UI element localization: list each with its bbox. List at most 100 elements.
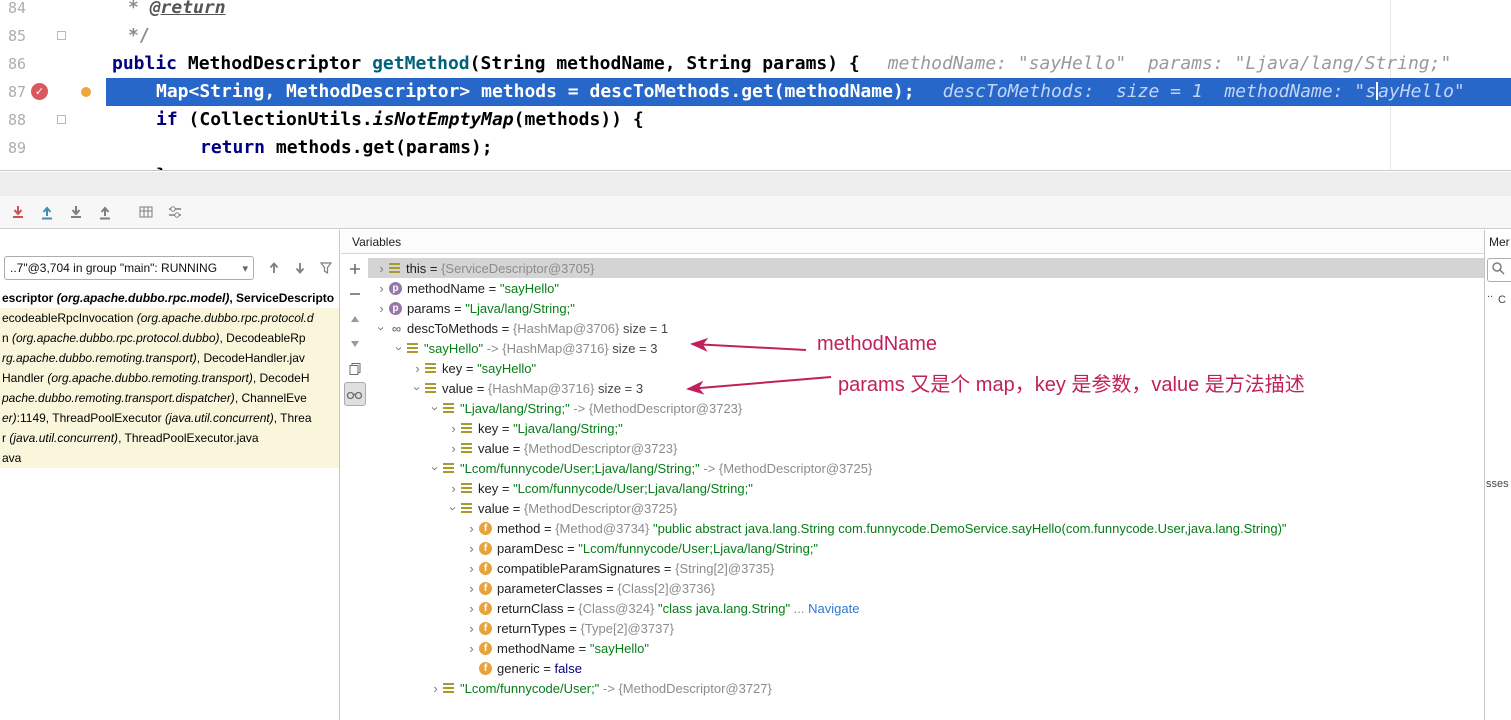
variable-row[interactable]: ›fparamDesc = "Lcom/funnycode/User;Ljava…	[368, 538, 1484, 558]
field-icon: f	[479, 522, 492, 535]
variable-row[interactable]: ›fparameterClasses = {Class[2]@3736}	[368, 578, 1484, 598]
duplicate-watch-icon[interactable]	[344, 357, 366, 381]
frame-row[interactable]: ava	[0, 448, 339, 468]
load-thread-dump-icon[interactable]	[5, 199, 31, 225]
variable-row[interactable]: ›pparams = "Ljava/lang/String;"	[368, 298, 1484, 318]
layout-grid-icon[interactable]	[133, 199, 159, 225]
add-watch-icon[interactable]	[344, 257, 366, 281]
frame-row[interactable]: pache.dubbo.remoting.transport.dispatche…	[0, 388, 339, 408]
chevron-collapsed-icon[interactable]: ›	[410, 361, 425, 376]
chevron-collapsed-icon[interactable]: ›	[464, 601, 479, 616]
value-icon	[425, 383, 436, 393]
annotation-params-label: params 又是个 map，key 是参数，value 是方法描述	[838, 368, 1305, 397]
variable-row[interactable]: ›"Lcom/funnycode/User;" -> {MethodDescri…	[368, 678, 1484, 698]
editor-gutter: 88	[0, 106, 106, 134]
code-line: return methods.get(params);	[106, 134, 1511, 162]
debug-main-area: ..7"@3,704 in group "main": RUNNING ▾ es…	[0, 230, 1511, 720]
chevron-down-icon: ▾	[242, 262, 248, 275]
pop-frame-icon[interactable]	[63, 199, 89, 225]
line-number: 90	[8, 162, 26, 171]
line-number: 88	[8, 106, 26, 134]
editor-line-86: 86public MethodDescriptor getMethod(Stri…	[0, 50, 1511, 78]
chevron-collapsed-icon[interactable]: ›	[464, 561, 479, 576]
variable-row[interactable]: ›freturnClass = {Class@324} "class java.…	[368, 598, 1484, 618]
thread-row: ..7"@3,704 in group "main": RUNNING ▾	[4, 256, 335, 280]
value-icon	[425, 363, 436, 373]
chevron-expanded-icon[interactable]: ›	[446, 501, 461, 516]
variable-row[interactable]: ›fcompatibleParamSignatures = {String[2]…	[368, 558, 1484, 578]
navigate-link[interactable]: Navigate	[808, 601, 859, 616]
chevron-collapsed-icon[interactable]: ›	[374, 261, 389, 276]
chevron-collapsed-icon[interactable]: ›	[446, 421, 461, 436]
chevron-collapsed-icon[interactable]: ›	[374, 281, 389, 296]
memory-panel-header: Mer	[1485, 230, 1511, 253]
layout-settings-icon[interactable]	[162, 199, 188, 225]
variable-row[interactable]: ›pmethodName = "sayHello"	[368, 278, 1484, 298]
variable-row[interactable]: ›freturnTypes = {Type[2]@3737}	[368, 618, 1484, 638]
variable-row[interactable]: ›value = {MethodDescriptor@3725}	[368, 498, 1484, 518]
code-line: }	[106, 162, 1511, 171]
variable-row[interactable]: ›"Ljava/lang/String;" -> {MethodDescript…	[368, 398, 1484, 418]
fold-marker-icon[interactable]	[57, 31, 66, 40]
remove-watch-icon[interactable]	[344, 282, 366, 306]
frame-row[interactable]: er):1149, ThreadPoolExecutor (java.util.…	[0, 408, 339, 428]
frame-row[interactable]: ecodeableRpcInvocation (org.apache.dubbo…	[0, 308, 339, 328]
chevron-collapsed-icon[interactable]: ›	[464, 641, 479, 656]
chevron-collapsed-icon[interactable]: ›	[428, 681, 443, 696]
frames-panel: ..7"@3,704 in group "main": RUNNING ▾ es…	[0, 230, 340, 720]
show-watches-icon[interactable]	[344, 382, 366, 406]
frame-row[interactable]: escriptor (org.apache.dubbo.rpc.model), …	[0, 288, 339, 308]
line-number: 84	[8, 0, 26, 22]
memory-panel: Mer .. C sses l	[1484, 230, 1511, 720]
chevron-collapsed-icon[interactable]: ›	[446, 481, 461, 496]
memory-text-fragment: C	[1498, 294, 1506, 306]
frame-up-icon[interactable]	[265, 259, 283, 277]
editor-gutter: 86	[0, 50, 106, 78]
frame-row[interactable]: r (java.util.concurrent), ThreadPoolExec…	[0, 428, 339, 448]
annotation-methodname-label: methodName	[817, 333, 937, 356]
variable-row[interactable]: ›fmethodName = "sayHello"	[368, 638, 1484, 658]
variable-row[interactable]: ›fmethod = {Method@3734} "public abstrac…	[368, 518, 1484, 538]
variable-row[interactable]: ›value = {MethodDescriptor@3723}	[368, 438, 1484, 458]
chevron-collapsed-icon[interactable]: ›	[464, 621, 479, 636]
variable-row[interactable]: ›key = "Ljava/lang/String;"	[368, 418, 1484, 438]
variable-row[interactable]: ›this = {ServiceDescriptor@3705}	[368, 258, 1484, 278]
chevron-expanded-icon[interactable]: ›	[428, 461, 443, 476]
line-number: 89	[8, 134, 26, 162]
line-number: 85	[8, 22, 26, 50]
code-editor: 84* @return85*/86public MethodDescriptor…	[0, 0, 1511, 171]
frame-row[interactable]: Handler (org.apache.dubbo.remoting.trans…	[0, 368, 339, 388]
move-watch-up-icon[interactable]	[344, 307, 366, 331]
memory-search-box[interactable]	[1487, 258, 1511, 282]
chevron-collapsed-icon[interactable]: ›	[374, 301, 389, 316]
line-number: 86	[8, 50, 26, 78]
variable-row[interactable]: ›"Lcom/funnycode/User;Ljava/lang/String;…	[368, 458, 1484, 478]
text-caret	[1376, 82, 1378, 100]
chevron-expanded-icon[interactable]: ›	[410, 381, 425, 396]
hide-frames-filter-icon[interactable]	[317, 259, 335, 277]
variable-row[interactable]: fgeneric = false	[368, 658, 1484, 678]
watch-icon: ∞	[389, 321, 404, 336]
chevron-expanded-icon[interactable]: ›	[428, 401, 443, 416]
save-thread-dump-icon[interactable]	[34, 199, 60, 225]
fold-marker-icon[interactable]	[57, 115, 66, 124]
chevron-collapsed-icon[interactable]: ›	[464, 521, 479, 536]
code-line: Map<String, MethodDescriptor> methods = …	[106, 78, 1511, 106]
thread-selector[interactable]: ..7"@3,704 in group "main": RUNNING ▾	[4, 256, 254, 280]
field-icon: f	[479, 562, 492, 575]
frames-list: escriptor (org.apache.dubbo.rpc.model), …	[0, 288, 339, 468]
restore-frame-icon[interactable]	[92, 199, 118, 225]
frame-row[interactable]: n (org.apache.dubbo.rpc.protocol.dubbo),…	[0, 328, 339, 348]
move-watch-down-icon[interactable]	[344, 332, 366, 356]
chevron-expanded-icon[interactable]: ›	[392, 341, 407, 356]
frame-down-icon[interactable]	[291, 259, 309, 277]
value-icon	[461, 483, 472, 493]
frame-row[interactable]: rg.apache.dubbo.remoting.transport), Dec…	[0, 348, 339, 368]
variable-row[interactable]: ›key = "Lcom/funnycode/User;Ljava/lang/S…	[368, 478, 1484, 498]
chevron-collapsed-icon[interactable]: ›	[464, 541, 479, 556]
chevron-collapsed-icon[interactable]: ›	[446, 441, 461, 456]
breakpoint-icon[interactable]: ✓	[31, 83, 48, 100]
chevron-collapsed-icon[interactable]: ›	[464, 581, 479, 596]
chevron-expanded-icon[interactable]: ›	[374, 321, 389, 336]
field-icon: f	[479, 662, 492, 675]
